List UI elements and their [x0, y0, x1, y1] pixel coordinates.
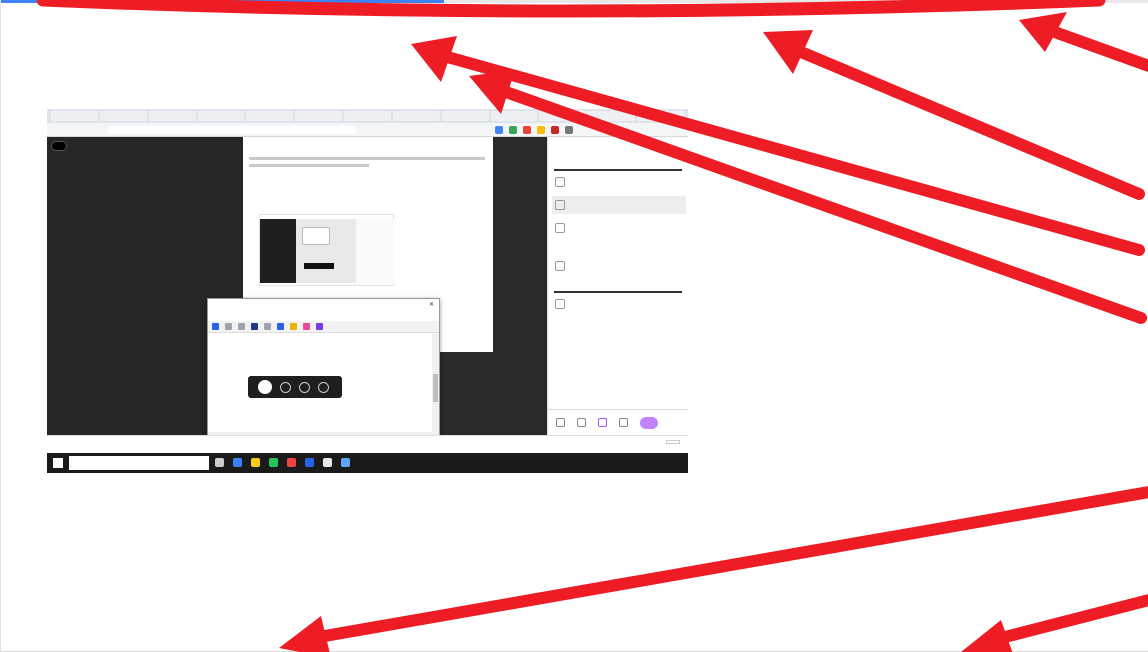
side-panel-item[interactable] — [552, 257, 686, 275]
tool-icon[interactable] — [577, 418, 586, 427]
save-icon[interactable] — [251, 323, 258, 330]
address-field[interactable] — [107, 126, 357, 134]
item-icon — [555, 223, 565, 233]
snip-toolbar — [208, 321, 439, 333]
scrollbar-thumb[interactable] — [433, 374, 438, 402]
record-control-icon[interactable] — [280, 381, 291, 393]
browser-tab[interactable] — [246, 111, 294, 121]
show-all-button[interactable] — [666, 440, 680, 444]
browser-tab-strip — [47, 109, 688, 123]
pause-control-icon[interactable] — [299, 381, 310, 393]
browser-address-bar — [47, 123, 688, 137]
page: ✕ — [0, 0, 1148, 652]
word-icon[interactable] — [305, 458, 314, 467]
side-panel-toolbar — [548, 409, 688, 435]
item-icon — [555, 177, 565, 187]
extension-icons — [495, 126, 573, 134]
delay-icon[interactable] — [238, 323, 245, 330]
highlighter-icon[interactable] — [290, 323, 297, 330]
section-rule — [554, 169, 682, 171]
mode-icon[interactable] — [225, 323, 232, 330]
copy-icon[interactable] — [264, 323, 271, 330]
browser-tab[interactable] — [392, 111, 440, 121]
arrow-pointer — [279, 486, 1148, 652]
progress-bar — [1, 0, 1148, 3]
side-panel-item[interactable] — [552, 173, 686, 191]
file-explorer-icon[interactable] — [251, 458, 260, 467]
task-view-icon[interactable] — [215, 458, 224, 467]
embedded-screenshot: ✕ — [47, 109, 688, 473]
browser-tab[interactable] — [441, 111, 489, 121]
document-text-line — [249, 157, 485, 160]
item-icon — [555, 299, 565, 309]
side-panel-item-selected[interactable] — [552, 196, 686, 214]
snipping-tool-window: ✕ — [207, 298, 440, 454]
close-icon[interactable]: ✕ — [429, 301, 434, 308]
document-thumbnail — [259, 214, 394, 286]
taskbar-apps — [215, 458, 350, 467]
eraser-icon[interactable] — [303, 323, 310, 330]
paint-icon[interactable] — [316, 323, 323, 330]
browser-tab[interactable] — [637, 111, 684, 121]
tool-icon[interactable] — [619, 418, 628, 427]
document-text-line — [249, 164, 369, 167]
extension-icon[interactable] — [551, 126, 559, 134]
browser-tab[interactable] — [588, 111, 636, 121]
recorder-controls — [248, 376, 342, 398]
extension-icon[interactable] — [565, 126, 573, 134]
avatar-icon[interactable] — [258, 380, 272, 394]
item-icon — [555, 200, 565, 210]
arrow-pointer — [961, 594, 1148, 652]
section-rule — [554, 291, 682, 293]
browser-tab[interactable] — [51, 111, 98, 121]
recorder-icon[interactable] — [51, 141, 67, 151]
extension-icon[interactable] — [523, 126, 531, 134]
taskbar-search-input[interactable] — [69, 456, 209, 470]
windows-taskbar — [47, 453, 688, 473]
browser-tab[interactable] — [344, 111, 391, 121]
tool-icon[interactable] — [556, 418, 565, 427]
tool-icon-active[interactable] — [598, 418, 607, 427]
new-snip-icon[interactable] — [212, 323, 219, 330]
snip-app-icon[interactable] — [341, 458, 350, 467]
pen-icon[interactable] — [277, 323, 284, 330]
chrome-icon[interactable] — [269, 458, 278, 467]
browser-tab[interactable] — [99, 111, 147, 121]
browser-tab[interactable] — [295, 111, 343, 121]
stop-control-icon[interactable] — [318, 381, 329, 393]
arrow-pointer — [763, 30, 1145, 200]
browser-tab[interactable] — [490, 111, 538, 121]
extension-icon[interactable] — [495, 126, 503, 134]
download-bar — [47, 435, 688, 453]
extension-icon[interactable] — [537, 126, 545, 134]
edit-toggle-button[interactable] — [640, 416, 658, 429]
side-panel — [547, 137, 688, 435]
arrow-pointer — [1019, 12, 1148, 72]
office-icon[interactable] — [287, 458, 296, 467]
browser-tab[interactable] — [539, 111, 587, 121]
side-panel-item[interactable] — [552, 219, 686, 237]
browser-tab[interactable] — [148, 111, 196, 121]
progress-fill — [1, 0, 445, 3]
browser-tab[interactable] — [197, 111, 245, 121]
windows-start-icon[interactable] — [53, 458, 63, 468]
vertical-scrollbar[interactable] — [432, 334, 439, 442]
mail-icon[interactable] — [323, 458, 332, 467]
snip-canvas — [208, 334, 432, 442]
side-panel-item[interactable] — [552, 295, 686, 313]
edge-icon[interactable] — [233, 458, 242, 467]
item-icon — [555, 261, 565, 271]
extension-icon[interactable] — [509, 126, 517, 134]
